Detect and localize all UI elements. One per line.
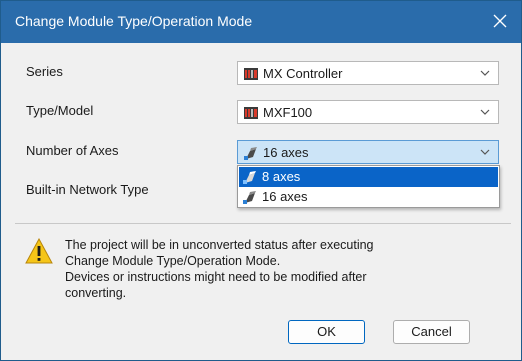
warning-message: The project will be in unconverted statu… [65, 237, 485, 301]
message-line: The project will be in unconverted statu… [65, 238, 374, 252]
separator [15, 223, 511, 224]
message-line: Change Module Type/Operation Mode. [65, 254, 281, 268]
axes-dropdown-list: 8 axes 16 axes [237, 165, 500, 208]
close-button[interactable] [489, 10, 511, 32]
message-line: Devices or instructions might need to be… [65, 270, 367, 284]
chevron-down-icon [480, 70, 490, 76]
series-label: Series [26, 64, 63, 79]
close-icon [493, 14, 507, 28]
type-model-select[interactable]: MXF100 [237, 100, 499, 124]
type-model-label: Type/Model [26, 103, 94, 118]
number-of-axes-value: 16 axes [263, 145, 309, 160]
cancel-button[interactable]: Cancel [393, 320, 470, 344]
axes-option-label: 8 axes [262, 169, 301, 184]
series-value: MX Controller [263, 66, 343, 81]
message-line: converting. [65, 286, 127, 300]
type-model-value: MXF100 [263, 105, 313, 120]
servo-axis-icon [244, 147, 257, 160]
servo-axis-icon [243, 171, 256, 184]
chevron-down-icon [480, 149, 490, 155]
number-of-axes-label: Number of Axes [26, 143, 119, 158]
warning-icon [25, 238, 53, 264]
window-title: Change Module Type/Operation Mode [15, 13, 253, 29]
network-type-label: Built-in Network Type [26, 182, 149, 197]
title-bar: Change Module Type/Operation Mode [1, 1, 521, 43]
number-of-axes-select[interactable]: 16 axes [237, 140, 499, 164]
ok-button[interactable]: OK [288, 320, 365, 344]
change-module-dialog: Change Module Type/Operation Mode Series… [0, 0, 522, 361]
axes-option-8[interactable]: 8 axes [239, 167, 498, 187]
axes-option-16[interactable]: 16 axes [239, 187, 498, 207]
axes-option-label: 16 axes [262, 189, 308, 204]
controller-module-icon [244, 107, 258, 119]
series-select[interactable]: MX Controller [237, 61, 499, 85]
servo-axis-icon [243, 191, 256, 204]
chevron-down-icon [480, 109, 490, 115]
controller-module-icon [244, 68, 258, 80]
